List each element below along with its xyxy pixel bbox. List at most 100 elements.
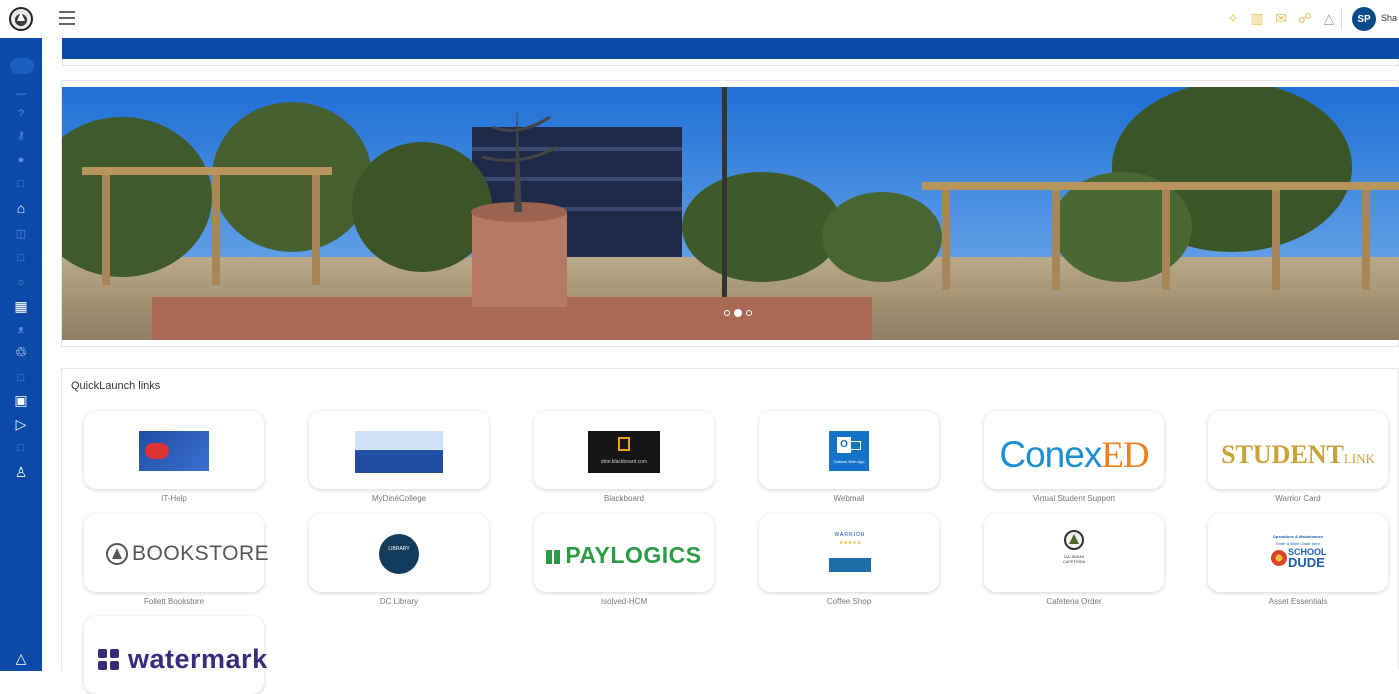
college-logo-icon[interactable] [9, 7, 33, 31]
studentlink-logo-part1: STUDENT [1221, 440, 1344, 469]
sidebar-home-icon[interactable]: ⌂ [0, 200, 42, 216]
paylogics-logo-text: PAYLOGICS [565, 542, 702, 568]
quicklaunch-tile-it-help[interactable] [84, 411, 264, 489]
top-bar: ✧ ▥ ✉ ☍ △ SP Sha [0, 0, 1399, 38]
blackboard-logo: dine.blackboard.com [588, 431, 660, 473]
sidebar-bell-icon[interactable]: △ [0, 650, 42, 666]
quicklaunch-tile-follett-bookstore[interactable]: BOOKSTORE [84, 514, 269, 592]
header-icons: ✧ ▥ ✉ ☍ △ [1224, 9, 1338, 27]
quicklaunch-tile-warrior-card[interactable]: STUDENTLINK [1208, 411, 1388, 489]
sidebar-columns-icon[interactable]: ◫ [0, 226, 42, 242]
header-divider [1341, 8, 1342, 30]
banner-card [62, 59, 1399, 66]
quicklaunch-tile-webmail[interactable]: O Outlook Web App [759, 411, 939, 489]
quicklaunch-label: MyDinéCollege [371, 494, 427, 503]
schooldude-line1: Operations & Maintenance [1272, 534, 1324, 539]
conexed-logo-part1: Conex [999, 434, 1102, 475]
mail-icon[interactable]: ✉ [1272, 9, 1290, 27]
quicklaunch-label: Coffee Shop [826, 597, 872, 606]
avatar[interactable]: SP [1352, 7, 1376, 31]
coffee-shop-banner [829, 558, 871, 572]
conexed-logo: ConexED [984, 435, 1164, 476]
it-help-logo [139, 431, 209, 471]
college-seal-icon [1064, 530, 1084, 550]
blackboard-logo-text: dine.blackboard.com [600, 459, 648, 465]
watermark-logo-text: watermark [128, 644, 268, 674]
schooldude-logo-part2: DUDE [1288, 555, 1325, 570]
quicklaunch-title: QuickLaunch links [71, 380, 161, 392]
watermark-logo: watermark [98, 644, 268, 675]
schooldude-logo: Operations & Maintenance Enter a Work Or… [1258, 532, 1338, 576]
carousel-dot-1[interactable] [724, 310, 730, 316]
outlook-logo-text: Outlook Web App [833, 459, 865, 464]
sidebar-people-icon[interactable]: ᴥ [0, 322, 42, 338]
sidebar-item-icon[interactable]: □ [0, 250, 42, 266]
sidebar-key-icon[interactable]: ⚷ [0, 128, 42, 144]
quicklaunch-label: Isolved-HCM [600, 597, 648, 606]
quicklaunch-tile-watermark[interactable]: watermark [84, 616, 267, 694]
quicklaunch-label: Follett Bookstore [143, 597, 205, 606]
user-name[interactable]: Sha [1381, 13, 1397, 23]
cafeteria-logo: DA' ADANI CAFETERIA [1056, 530, 1092, 574]
studentlink-logo: STUDENTLINK [1208, 441, 1388, 473]
quicklaunch-tile-coffee-shop[interactable]: WARRIOR ★★★★★ [759, 514, 939, 592]
envelope-icon [849, 441, 861, 450]
quicklaunch-tile-dc-library[interactable]: LIBRARY [309, 514, 489, 592]
menu-toggle-icon[interactable] [59, 11, 75, 25]
carousel-dots [724, 309, 752, 317]
sidebar-search-icon[interactable] [10, 58, 34, 74]
megaphone-icon[interactable]: ☍ [1296, 9, 1314, 27]
cafeteria-logo-text: DA' ADANI CAFETERIA [1062, 554, 1086, 564]
sidebar-help-icon[interactable]: ? [0, 106, 42, 122]
sidebar: — ? ⚷ ● □ ⌂ ◫ □ ☼ ▦ ᴥ ♲ □ ▣ ▷ □ ♙ △ [0, 38, 42, 671]
quicklaunch-tile-cafeteria-order[interactable]: DA' ADANI CAFETERIA [984, 514, 1164, 592]
carousel-dot-2[interactable] [734, 309, 742, 317]
watermark-mark-icon [98, 648, 120, 671]
sidebar-calendar-icon[interactable]: ▣ [0, 392, 42, 408]
outlook-logo-icon: O Outlook Web App [829, 431, 869, 471]
quicklaunch-label: DC Library [379, 597, 419, 606]
quicklaunch-label: Webmail [833, 494, 865, 503]
quicklaunch-tile-conexed[interactable]: ConexED [984, 411, 1164, 489]
library-logo-icon: LIBRARY [379, 534, 419, 574]
stars-icon: ★★★★★ [838, 540, 862, 546]
coffee-shop-logo: WARRIOR ★★★★★ [829, 528, 871, 576]
sidebar-globe-icon[interactable]: ● [0, 152, 42, 168]
quicklaunch-tile-blackboard[interactable]: dine.blackboard.com [534, 411, 714, 489]
quicklaunch-tile-mydinecollege[interactable] [309, 411, 489, 489]
quicklaunch-tile-isolved-hcm[interactable]: PAYLOGICS [534, 514, 714, 592]
blackboard-badge-icon [618, 437, 630, 451]
sidebar-item-icon[interactable]: □ [0, 176, 42, 192]
quicklaunch-tile-asset-essentials[interactable]: Operations & Maintenance Enter a Work Or… [1208, 514, 1388, 592]
sidebar-user-icon[interactable]: ♙ [0, 464, 42, 480]
quicklaunch-label: Cafeteria Order [1046, 597, 1102, 606]
sidebar-recycle-icon[interactable]: ♲ [0, 344, 42, 360]
quicklaunch-label: IT-Help [161, 494, 187, 503]
carousel-dot-3[interactable] [746, 310, 752, 316]
paylogics-logo: PAYLOGICS [534, 542, 714, 569]
bookstore-logo-text: BOOKSTORE [132, 542, 270, 565]
quicklaunch-label: Virtual Student Support [1032, 494, 1116, 503]
bookstore-logo: BOOKSTORE [106, 542, 269, 566]
announcement-banner [62, 38, 1399, 59]
conexed-logo-part2: ED [1101, 435, 1149, 476]
mydinecollege-photo [355, 431, 443, 473]
coffee-shop-logo-text: WARRIOR [834, 532, 866, 538]
star-icon[interactable]: ✧ [1224, 9, 1242, 27]
campus-photo [62, 87, 1399, 340]
sidebar-dash-icon[interactable]: — [0, 86, 42, 102]
quicklaunch-label: Warrior Card [1275, 494, 1321, 503]
schooldude-line2: Enter a Work Order here [1276, 541, 1320, 546]
bell-icon[interactable]: △ [1320, 9, 1338, 27]
quicklaunch-label: Asset Essentials [1268, 597, 1328, 606]
sidebar-item-icon[interactable]: □ [0, 370, 42, 386]
sidebar-item-icon[interactable]: □ [0, 440, 42, 456]
sidebar-play-icon[interactable]: ▷ [0, 416, 42, 432]
bookstore-seal-icon [106, 543, 128, 565]
sidebar-building-icon[interactable]: ▦ [0, 298, 42, 314]
library-logo-text: LIBRARY [388, 546, 410, 552]
studentlink-logo-part2: LINK [1343, 451, 1375, 466]
sidebar-sun-icon[interactable]: ☼ [0, 274, 42, 290]
book-icon[interactable]: ▥ [1248, 9, 1266, 27]
campus-carousel-image[interactable] [62, 87, 1399, 340]
